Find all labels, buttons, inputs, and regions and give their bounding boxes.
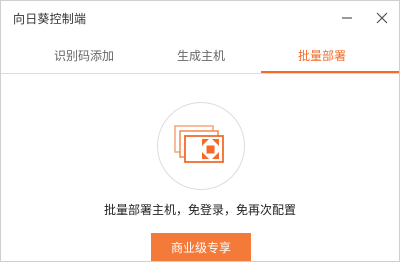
tab-divider xyxy=(1,73,399,74)
illustration-circle xyxy=(157,102,245,190)
business-exclusive-button[interactable]: 商业级专享 xyxy=(151,233,251,261)
minimize-icon xyxy=(342,17,352,19)
title-bar: 向日葵控制端 xyxy=(1,1,399,35)
minimize-button[interactable] xyxy=(337,8,357,28)
active-tab-indicator xyxy=(261,71,399,73)
app-window: 向日葵控制端 识别码添加 生成主机 批量部署 批量部署主机，免登录，免再次配置 … xyxy=(0,0,400,262)
feature-description: 批量部署主机，免登录，免再次配置 xyxy=(103,203,296,217)
batch-deploy-icon xyxy=(174,125,224,163)
tab-batch-deploy[interactable]: 批量部署 xyxy=(261,44,383,74)
close-button[interactable] xyxy=(372,8,392,28)
window-title: 向日葵控制端 xyxy=(13,12,87,26)
close-icon xyxy=(376,12,388,24)
tab-generate-host[interactable]: 生成主机 xyxy=(140,44,262,74)
tab-code-add[interactable]: 识别码添加 xyxy=(23,44,145,74)
